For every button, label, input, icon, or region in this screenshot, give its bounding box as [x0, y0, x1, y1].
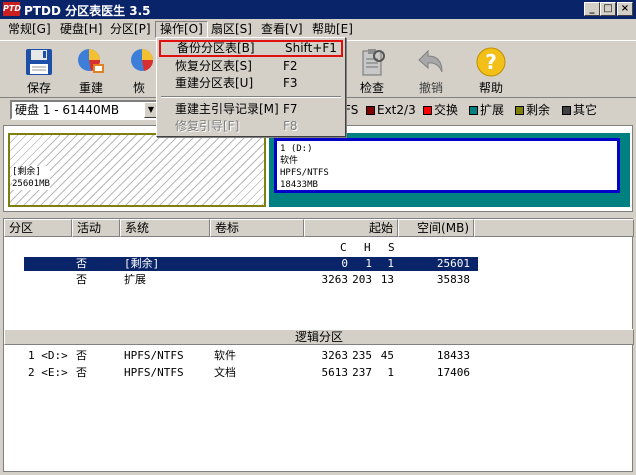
header-active[interactable]: 活动 [72, 219, 120, 237]
menu-help[interactable]: 帮助[E] [308, 21, 357, 38]
header-filler [474, 219, 634, 237]
undo-arrow-icon [418, 49, 443, 73]
menu-separator [161, 96, 341, 98]
chs-s: S [388, 241, 395, 254]
table-row[interactable]: 1 <D:> 否 HPFS/NTFS 软件 3263 235 45 18433 [4, 349, 634, 363]
floppy-icon [26, 49, 52, 75]
ntfs-block-label: 软件 [280, 156, 299, 166]
table-row[interactable]: 否 扩展 3263 203 13 35838 [4, 273, 634, 287]
save-label: 保存 [26, 81, 51, 95]
legend-swap: 交换 [423, 102, 458, 118]
close-button[interactable]: × [617, 2, 633, 16]
partition-list: 分区 活动 系统 卷标 起始 空间(MB) C H S 否 [剩余] 0 1 1… [3, 218, 634, 472]
maximize-button[interactable]: □ [600, 2, 616, 16]
header-label[interactable]: 卷标 [210, 219, 304, 237]
menu-bar: 常规[G] 硬盘[H] 分区[P] 操作[O] 扇区[S] 查看[V] 帮助[E… [0, 19, 636, 39]
disk-map: [剩余] 25601MB 1 (D:) 软件 HPFS/NTFS 18433MB [3, 125, 633, 212]
menu-general[interactable]: 常规[G] [4, 21, 55, 38]
rebuild-button[interactable]: 重建 [66, 44, 116, 96]
app-icon: PTD [3, 2, 21, 16]
legend-swatch [366, 106, 375, 115]
legend-free: 剩余 [515, 102, 550, 118]
save-button[interactable]: 保存 [14, 44, 64, 96]
legend-other: 其它 [562, 102, 597, 118]
clipboard-check-icon [362, 49, 385, 76]
menu-disk[interactable]: 硬盘[H] [56, 21, 106, 38]
ntfs-block-drive: 1 (D:) [280, 144, 313, 154]
menu-item-rebuild-mbr[interactable]: 重建主引导记录[M] F7 [159, 101, 343, 118]
restore-label: 恢 [132, 81, 145, 95]
free-block-size: 25601MB [12, 179, 50, 189]
legend-swatch [469, 106, 478, 115]
help-button[interactable]: ? 帮助 [466, 44, 516, 96]
legend-ext2: Ext2/3 [366, 102, 416, 118]
help-question-icon: ? [476, 47, 506, 77]
legend-swatch [562, 106, 571, 115]
header-partition[interactable]: 分区 [4, 219, 72, 237]
legend-extended: 扩展 [469, 102, 504, 118]
extended-partition-block[interactable]: 1 (D:) 软件 HPFS/NTFS 18433MB [269, 133, 630, 207]
ntfs-block-fs: HPFS/NTFS [280, 168, 329, 178]
disk-select-value: 硬盘 1 - 61440MB [15, 103, 120, 117]
operation-dropdown-menu: 备份分区表[B] Shift+F1 恢复分区表[S] F2 重建分区表[U] F… [156, 37, 346, 137]
window-title: PTDD 分区表医生 3.5 [24, 4, 151, 18]
legend-swatch [423, 106, 432, 115]
menu-item-backup-partition-table[interactable]: 备份分区表[B] Shift+F1 [159, 40, 343, 57]
menu-item-restore-partition-table[interactable]: 恢复分区表[S] F2 [159, 58, 343, 75]
undo-label: 撤销 [418, 81, 443, 95]
free-block-title: [剩余] [12, 167, 41, 177]
title-bar: PTD PTDD 分区表医生 3.5 _ □ × [0, 0, 636, 19]
table-row[interactable]: 2 <E:> 否 HPFS/NTFS 文档 5613 237 1 17406 [4, 366, 634, 380]
rebuild-label: 重建 [78, 81, 103, 95]
rebuild-pie-icon [78, 49, 104, 73]
undo-button[interactable]: 撤销 [406, 44, 456, 96]
menu-partition[interactable]: 分区[P] [106, 21, 155, 38]
svg-text:?: ? [485, 50, 497, 74]
menu-item-repair-boot: 修复引导[F] F8 [175, 119, 298, 133]
legend-swatch [515, 106, 524, 115]
help-label: 帮助 [478, 81, 503, 95]
menu-sector[interactable]: 扇区[S] [207, 21, 256, 38]
menu-item-rebuild-partition-table[interactable]: 重建分区表[U] F3 [159, 75, 343, 92]
header-start[interactable]: 起始 [304, 219, 398, 237]
restore-button[interactable]: 恢 [122, 44, 156, 96]
table-row[interactable]: 否 [剩余] 0 1 1 25601 [24, 257, 478, 271]
chs-header-row: C H S [4, 241, 634, 255]
menu-operation[interactable]: 操作[O] [155, 21, 208, 38]
header-system[interactable]: 系统 [120, 219, 210, 237]
check-button[interactable]: 检查 [347, 44, 397, 96]
restore-pie-icon [131, 49, 154, 71]
menu-view[interactable]: 查看[V] [257, 21, 307, 38]
free-space-block[interactable]: [剩余] 25601MB [8, 133, 266, 207]
check-label: 检查 [359, 81, 384, 95]
minimize-button[interactable]: _ [584, 2, 600, 16]
ntfs-block-size: 18433MB [280, 180, 318, 190]
header-size[interactable]: 空间(MB) [398, 219, 474, 237]
disk-select[interactable]: 硬盘 1 - 61440MB [10, 100, 158, 120]
logical-partitions-header: 逻辑分区 [4, 329, 634, 345]
ntfs-partition-block[interactable]: 1 (D:) 软件 HPFS/NTFS 18433MB [274, 138, 620, 193]
chs-c: C [340, 241, 347, 254]
chs-h: H [364, 241, 371, 254]
legend-fs: FS [344, 103, 359, 117]
